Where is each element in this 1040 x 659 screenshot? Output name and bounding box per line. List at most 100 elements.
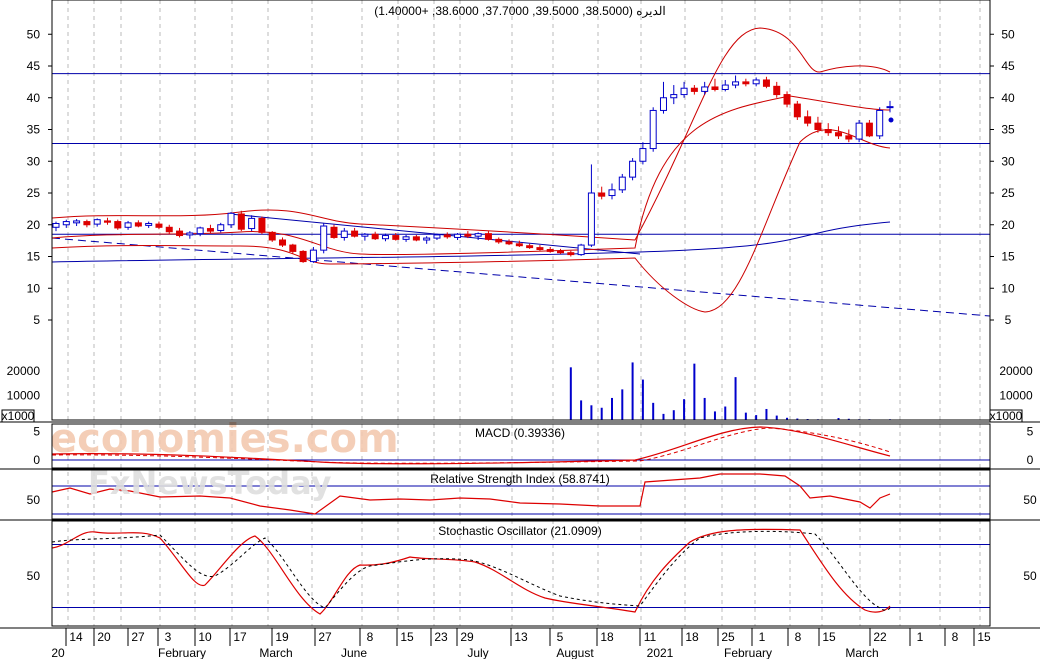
candle-body [454,233,462,238]
candle-body [83,221,91,226]
candle-body [659,97,667,111]
candle-body [155,223,163,228]
stochastic-k-line [51,528,891,615]
date-tick: 17 [233,630,247,644]
candle-body [351,230,359,237]
chart-canvas: economies.comFxNewsToday 5 510 1015 1520 202… [0,0,1040,659]
date-tick: 14 [69,630,83,644]
volume-tick-right: 10000 [999,389,1033,403]
candle-body [762,79,770,87]
stochastic-tick-left: 50 [27,569,41,583]
candle-body [567,252,575,256]
stochastic-tick-right: 50 [1023,569,1037,583]
candle-body [114,221,122,229]
candle-body [62,221,70,226]
candle-body [618,176,626,191]
date-month-label: July [467,646,488,659]
candle-body [196,227,204,235]
price-tick-right: 45 [1001,59,1015,73]
price-tick-left: 25 [27,186,41,200]
rsi-title: Relative Strength Index (58.8741) [430,472,609,486]
candle-body [248,217,256,230]
candle-body [186,232,194,236]
candle-body [639,148,647,162]
candle-body [835,132,843,137]
bollinger-upper [51,27,891,241]
date-tick: 8 [367,630,374,644]
volume-unit-left: x1000 [2,409,35,423]
candle-body [206,228,214,232]
candle-body [793,103,801,118]
date-tick: 20 [97,630,111,644]
candle-body [320,225,328,251]
rsi-tick-left: 50 [27,493,41,507]
candle-body [752,79,760,85]
candle-body [804,116,812,124]
candle-body [526,245,534,249]
price-tick-left: 45 [27,59,41,73]
candle-body [299,250,307,263]
price-tick-left: 35 [27,123,41,137]
candle-body [845,135,853,140]
volume-tick-left: 10000 [7,389,41,403]
rsi-tick-right: 50 [1023,493,1037,507]
price-tick-left: 5 [33,313,40,327]
date-tick: 25 [721,630,735,644]
watermark-economies: economies.com [50,416,399,462]
candle-body [701,86,709,92]
candle-body [711,86,719,90]
candle-body [886,106,894,109]
candle-body [289,244,297,252]
date-tick: 11 [644,630,657,644]
candle-body [876,109,884,137]
candle-body [629,160,637,178]
date-month-label: 2021 [647,646,674,659]
candle-body [824,129,832,134]
candle-body [392,235,400,240]
date-tick: 18 [685,630,699,644]
main-title: الديره (38.5000, 39.5000, 37.7000, 38.60… [374,4,666,18]
candle-body [381,235,389,240]
candle-body [680,87,688,96]
date-tick: 8 [952,630,959,644]
date-tick: 18 [600,630,614,644]
candle-body [598,192,606,197]
date-tick: 29 [460,630,474,644]
price-tick-left: 30 [27,154,41,168]
candle-body [124,222,132,228]
candle-body [371,233,379,240]
candle-body [721,84,729,90]
candle-body [145,222,153,226]
price-tick-right: 20 [1001,218,1015,232]
date-tick: 10 [198,630,212,644]
candle-body [443,234,451,238]
candle-body [546,249,554,252]
candle-body [103,220,111,223]
date-month-label: February [158,646,206,659]
date-tick: 8 [795,630,802,644]
candle-body [536,247,544,251]
date-tick: 3 [165,630,172,644]
candle-body [855,122,863,140]
date-tick: 22 [873,630,887,644]
date-tick: 13 [514,630,528,644]
date-tick: 23 [434,630,448,644]
price-tick-right: 50 [1001,27,1015,41]
price-tick-right: 15 [1001,250,1015,264]
candle-body [330,226,338,238]
candle-body [433,234,441,239]
candle-body [73,220,81,224]
candle-body [742,81,750,85]
date-month-label: March [845,646,878,659]
candle-body [814,122,822,131]
candle-body [608,189,616,197]
candle-body [237,213,245,230]
date-month-label: August [556,646,594,659]
price-tick-left: 20 [27,218,41,232]
trend-line-dashed [51,237,991,317]
date-tick: 27 [131,630,145,644]
price-tick-right: 10 [1001,281,1015,295]
candle-body [165,226,173,233]
date-tick: 15 [822,630,836,644]
macd-tick-left: 0 [33,453,40,467]
